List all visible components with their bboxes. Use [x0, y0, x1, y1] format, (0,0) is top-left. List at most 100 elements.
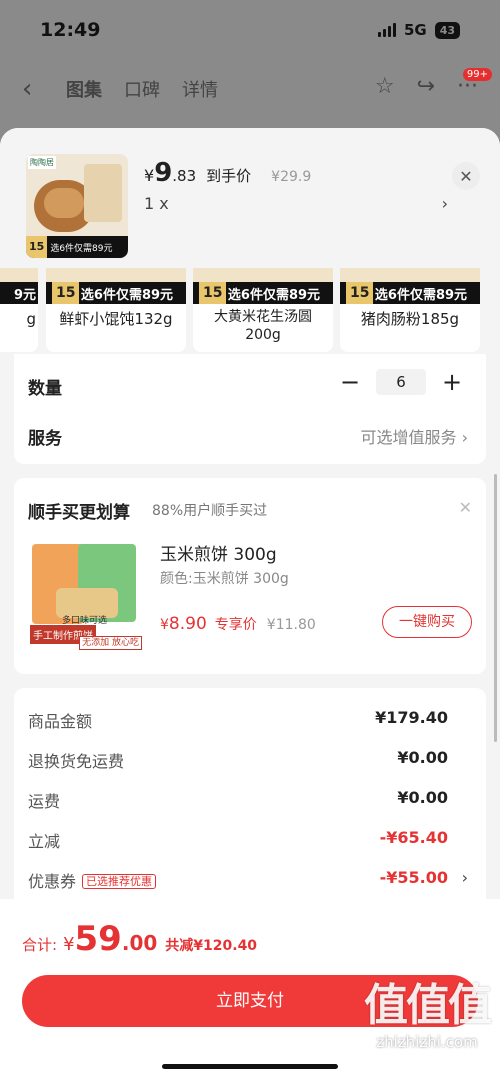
variant-image: 15 选6件仅需89元 [46, 268, 186, 304]
fee-label: 优惠券 [28, 872, 77, 891]
variant-option[interactable]: 15 选6件仅需89元 猪肉肠粉185g [340, 268, 480, 352]
variant-promo: 9元 [0, 282, 38, 304]
addon-variant: 颜色:玉米煎饼 300g [160, 571, 289, 587]
fee-label: 商品金额 [28, 712, 93, 731]
back-icon[interactable]: ‹ [22, 74, 32, 104]
signal-icon [377, 23, 396, 37]
watermark: 值值值 zhizhizhi.com [364, 969, 492, 1051]
service-selector[interactable]: 可选增值服务 › [361, 424, 469, 448]
options-card: 数量 − 6 + 服务 可选增值服务 › [14, 354, 486, 464]
addon-title: 顺手买更划算 [28, 503, 130, 523]
total-price: 合计: ¥ 59 .00 共减¥120.40 [22, 919, 257, 959]
variant-promo: 15 选6件仅需89元 [46, 282, 186, 304]
watermark-url: zhizhizhi.com [376, 1033, 478, 1051]
variant-option[interactable]: 15 选6件仅需89元 鲜虾小馄饨132g [46, 268, 186, 352]
addon-image[interactable]: 多口味可选 手工制作煎饼 无添加 放心吃 [28, 540, 144, 654]
status-bar: 12:49 5G 43 [0, 0, 500, 60]
status-icons: 5G 43 [377, 21, 460, 39]
fee-row: 运费 ¥0.00 [28, 788, 448, 812]
quantity-input[interactable]: 6 [376, 369, 426, 395]
tab-details[interactable]: 详情 [182, 76, 218, 102]
product-thumbnail[interactable]: 陶陶居 15 选6件仅需89元 [26, 154, 128, 258]
status-time: 12:49 [40, 19, 101, 41]
variant-name: g [26, 310, 36, 328]
variant-image: 9元 [0, 268, 38, 304]
selected-quantity: 1 x [144, 194, 169, 213]
brand-label: 陶陶居 [28, 156, 56, 169]
coupon-row[interactable]: 优惠券 已选推荐优惠 -¥55.00 [28, 868, 448, 892]
coupon-tag: 已选推荐优惠 [82, 874, 157, 889]
one-click-buy-button[interactable]: 一键购买 [382, 606, 472, 638]
variant-option[interactable]: 9元 g [0, 268, 38, 352]
nav-icons: ☆ ↪ ··· [375, 74, 478, 99]
fee-amount: ¥0.00 [397, 788, 448, 807]
minus-button[interactable]: − [340, 368, 360, 396]
addon-card: 顺手买更划算 88%用户顺手买过 ✕ 多口味可选 手工制作煎饼 无添加 放心吃 … [14, 478, 486, 674]
fee-amount: -¥65.40 [379, 828, 448, 847]
close-icon[interactable]: ✕ [459, 498, 472, 517]
purchase-sheet: 9元 g 15 选6件仅需89元 鲜虾小馄饨132g 15 选6件仅需89元 大黄米… [0, 128, 500, 1081]
quantity-stepper: − 6 + [340, 368, 462, 396]
fee-row: 退换货免运费 ¥0.00 [28, 748, 448, 772]
fee-card: 商品金额 ¥179.40 退换货免运费 ¥0.00 运费 ¥0.00 立减 -¥… [14, 688, 486, 918]
checkout-bar: 合计: ¥ 59 .00 共减¥120.40 立即支付 值值值 zhizhizh… [0, 899, 500, 1081]
total-decimal: .00 [121, 931, 158, 955]
fee-row: 立减 -¥65.40 [28, 828, 448, 852]
variant-promo: 15 选6件仅需89元 [193, 282, 333, 304]
price-line: ¥ 9 .83 到手价 ¥29.9 [144, 158, 311, 188]
scrollbar[interactable] [494, 474, 497, 742]
network-label: 5G [403, 21, 427, 39]
fee-amount: ¥179.40 [375, 708, 448, 727]
price-currency: ¥ [63, 934, 75, 955]
total-label: 合计: [22, 936, 58, 954]
variant-promo: 15 选6件仅需89元 [340, 282, 480, 304]
battery-icon: 43 [434, 21, 460, 39]
quantity-label: 数量 [28, 379, 62, 399]
price-integer: 9 [154, 158, 173, 188]
message-badge: 99+ [462, 68, 492, 81]
fee-amount: ¥0.00 [397, 748, 448, 767]
variant-image: 15 选6件仅需89元 [193, 268, 333, 304]
share-icon[interactable]: ↪ [417, 74, 435, 99]
variant-image: 15 选6件仅需89元 [340, 268, 480, 304]
total-savings: 共减¥120.40 [165, 938, 258, 954]
tab-reviews[interactable]: 口碑 [124, 76, 160, 102]
addon-price: ¥ 8.90 专享价 ¥11.80 [160, 614, 316, 634]
price-label: 到手价 [206, 167, 252, 185]
nav-tabs: 图集 口碑 详情 [66, 76, 218, 102]
plus-button[interactable]: + [442, 368, 462, 396]
price-currency: ¥ [160, 617, 169, 633]
addon-subtitle: 88%用户顺手买过 [152, 503, 268, 519]
fee-amount: -¥55.00 [379, 868, 448, 887]
price-currency: ¥ [144, 166, 155, 185]
image-tag: 无添加 放心吃 [79, 636, 142, 650]
service-label: 服务 [28, 429, 62, 449]
fee-row: 商品金额 ¥179.40 [28, 708, 448, 732]
home-indicator[interactable] [162, 1064, 338, 1069]
close-icon[interactable]: ✕ [452, 162, 480, 190]
original-price: ¥29.9 [271, 169, 312, 185]
fee-label: 立减 [28, 832, 61, 851]
fee-label: 退换货免运费 [28, 752, 125, 771]
variant-name: 猪肉肠粉185g [360, 310, 460, 328]
variant-strip: 9元 g 15 选6件仅需89元 鲜虾小馄饨132g 15 选6件仅需89元 大黄米… [0, 268, 500, 354]
package-image [84, 164, 122, 222]
addon-name: 玉米煎饼 300g [160, 545, 277, 565]
fee-label: 运费 [28, 792, 61, 811]
price-label: 专享价 [214, 617, 257, 633]
total-integer: 59 [74, 919, 122, 959]
star-icon[interactable]: ☆ [375, 74, 395, 99]
tab-gallery[interactable]: 图集 [66, 76, 102, 102]
chevron-right-icon[interactable]: › [442, 194, 448, 213]
price-decimal: .83 [172, 167, 197, 185]
price-value: 8.90 [168, 614, 207, 634]
product-header: 陶陶居 15 选6件仅需89元 ¥ 9 .83 到手价 ¥29.9 1 x › ✕ [0, 128, 500, 268]
service-value: 可选增值服务 [360, 428, 457, 447]
variant-name: 鲜虾小馄饨132g [59, 310, 173, 328]
variant-name: 大黄米花生汤圆200g [214, 309, 312, 343]
variant-option[interactable]: 15 选6件仅需89元 大黄米花生汤圆200g [193, 268, 333, 352]
watermark-logo: 值值值 [364, 980, 492, 1031]
original-price: ¥11.80 [266, 617, 316, 633]
thumbnail-promo: 15 选6件仅需89元 [26, 236, 128, 258]
chevron-right-icon[interactable]: › [462, 868, 468, 887]
